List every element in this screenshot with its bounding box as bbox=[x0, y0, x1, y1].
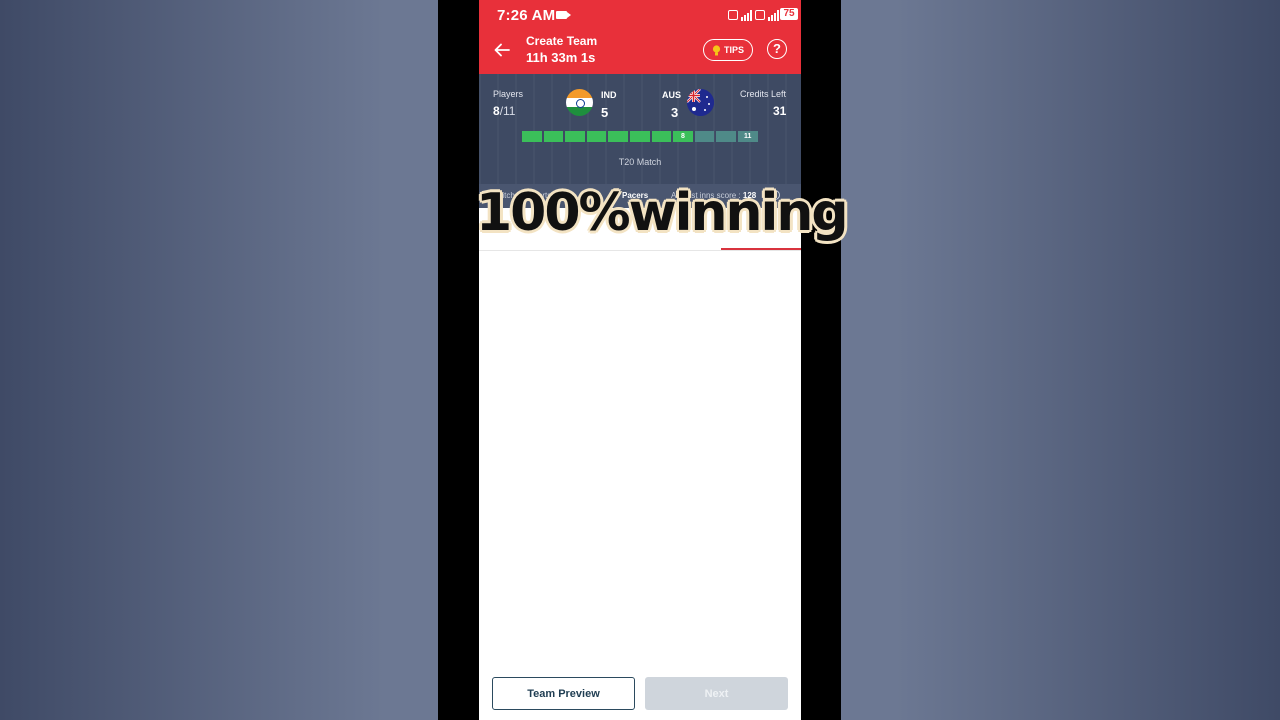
match-type: T20 Match bbox=[618, 157, 662, 167]
back-arrow-icon[interactable] bbox=[493, 41, 511, 59]
progress-segment bbox=[522, 131, 542, 142]
next-button[interactable]: Next bbox=[645, 677, 788, 710]
progress-segment: 11 bbox=[737, 131, 758, 142]
sim-icon bbox=[728, 10, 738, 20]
status-icons bbox=[728, 8, 779, 22]
players-selected: 8 bbox=[493, 104, 500, 118]
team1-count: 5 bbox=[601, 105, 609, 120]
video-record-icon bbox=[556, 11, 571, 19]
players-total: /11 bbox=[499, 104, 516, 118]
team2-name: AUS bbox=[662, 90, 682, 100]
progress-segment bbox=[608, 131, 628, 142]
team1-name: IND bbox=[601, 90, 617, 100]
countdown-timer: 11h 33m 1s bbox=[526, 50, 596, 65]
progress-segment bbox=[543, 131, 564, 142]
battery-icon: 75 bbox=[780, 8, 798, 20]
progress-segment bbox=[586, 131, 607, 142]
credits-value: 31 bbox=[773, 104, 787, 118]
overlay-caption: 100%winning bbox=[476, 183, 849, 243]
active-tab-indicator bbox=[721, 248, 801, 250]
lightbulb-icon bbox=[712, 44, 721, 55]
tips-button[interactable]: TIPS bbox=[703, 39, 753, 61]
status-bar: 7:26 AM 75 bbox=[479, 0, 801, 28]
help-button[interactable]: ? bbox=[767, 39, 787, 59]
progress-segment bbox=[651, 131, 672, 142]
team2-count: 3 bbox=[671, 105, 679, 120]
app-header: Create Team 11h 33m 1s TIPS ? bbox=[479, 28, 801, 74]
phone-screen: 7:26 AM 75 Create Team 11h 33m 1s TIPS ?… bbox=[479, 0, 801, 720]
signal-icon bbox=[768, 9, 779, 21]
australia-flag-icon bbox=[687, 89, 714, 116]
players-count: 8/11 bbox=[493, 104, 515, 118]
signal-icon bbox=[741, 9, 752, 21]
progress-segment bbox=[565, 131, 585, 142]
page-title: Create Team bbox=[526, 34, 598, 48]
players-label: Players bbox=[493, 89, 524, 99]
team-preview-button[interactable]: Team Preview bbox=[492, 677, 635, 710]
progress-segment bbox=[694, 131, 715, 142]
progress-segment bbox=[629, 131, 650, 142]
credits-label: Credits Left bbox=[740, 89, 787, 99]
sim-icon bbox=[755, 10, 765, 20]
tips-label: TIPS bbox=[723, 45, 744, 55]
status-time: 7:26 AM bbox=[497, 7, 556, 24]
progress-segment: 8 bbox=[673, 131, 693, 142]
progress-segment bbox=[716, 131, 736, 142]
india-flag-icon bbox=[566, 89, 593, 116]
player-progress-bar: 8 11 bbox=[522, 131, 758, 142]
